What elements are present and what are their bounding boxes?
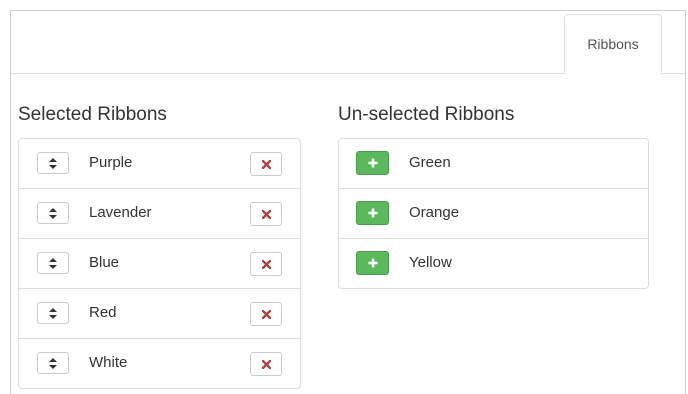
sort-handle-button[interactable] (37, 252, 69, 274)
list-item: Yellow (339, 238, 648, 288)
remove-button[interactable] (250, 202, 282, 226)
ribbon-label: Yellow (409, 254, 452, 271)
add-button[interactable] (356, 201, 389, 225)
ribbon-label: Purple (89, 154, 133, 171)
sort-icon (49, 357, 57, 369)
remove-button[interactable] (250, 352, 282, 376)
sort-icon (49, 257, 57, 269)
unselected-ribbons-heading: Un-selected Ribbons (338, 104, 515, 125)
selected-ribbons-list: Purple Lavender Blue Red White (18, 138, 301, 389)
sort-icon (49, 157, 57, 169)
list-item: Green (339, 139, 648, 188)
list-item: Lavender (19, 188, 300, 238)
remove-icon (261, 359, 271, 369)
ribbon-label: Lavender (89, 204, 152, 221)
add-button[interactable] (356, 151, 389, 175)
list-item: Blue (19, 238, 300, 288)
ribbon-label: White (89, 354, 128, 371)
plus-icon (368, 208, 377, 218)
sort-handle-button[interactable] (37, 352, 69, 374)
remove-icon (261, 309, 271, 319)
remove-icon (261, 209, 271, 219)
add-button[interactable] (356, 251, 389, 275)
list-item: Purple (19, 139, 300, 188)
unselected-ribbons-list: Green Orange Yellow (338, 138, 649, 289)
sort-icon (49, 307, 57, 319)
tab-ribbons[interactable]: Ribbons (564, 14, 662, 74)
sort-icon (49, 207, 57, 219)
remove-button[interactable] (250, 302, 282, 326)
sort-handle-button[interactable] (37, 202, 69, 224)
selected-ribbons-heading: Selected Ribbons (18, 104, 167, 125)
remove-icon (261, 259, 271, 269)
remove-icon (261, 159, 271, 169)
remove-button[interactable] (250, 252, 282, 276)
list-item: Red (19, 288, 300, 338)
tab-label: Ribbons (587, 36, 639, 52)
list-item: Orange (339, 188, 648, 238)
remove-button[interactable] (250, 152, 282, 176)
sort-handle-button[interactable] (37, 152, 69, 174)
plus-icon (368, 158, 377, 168)
ribbon-label: Green (409, 154, 451, 171)
plus-icon (368, 258, 377, 268)
ribbon-label: Blue (89, 254, 120, 271)
sort-handle-button[interactable] (37, 302, 69, 324)
list-item: White (19, 338, 300, 388)
ribbon-label: Orange (409, 204, 460, 221)
ribbon-label: Red (89, 304, 117, 321)
